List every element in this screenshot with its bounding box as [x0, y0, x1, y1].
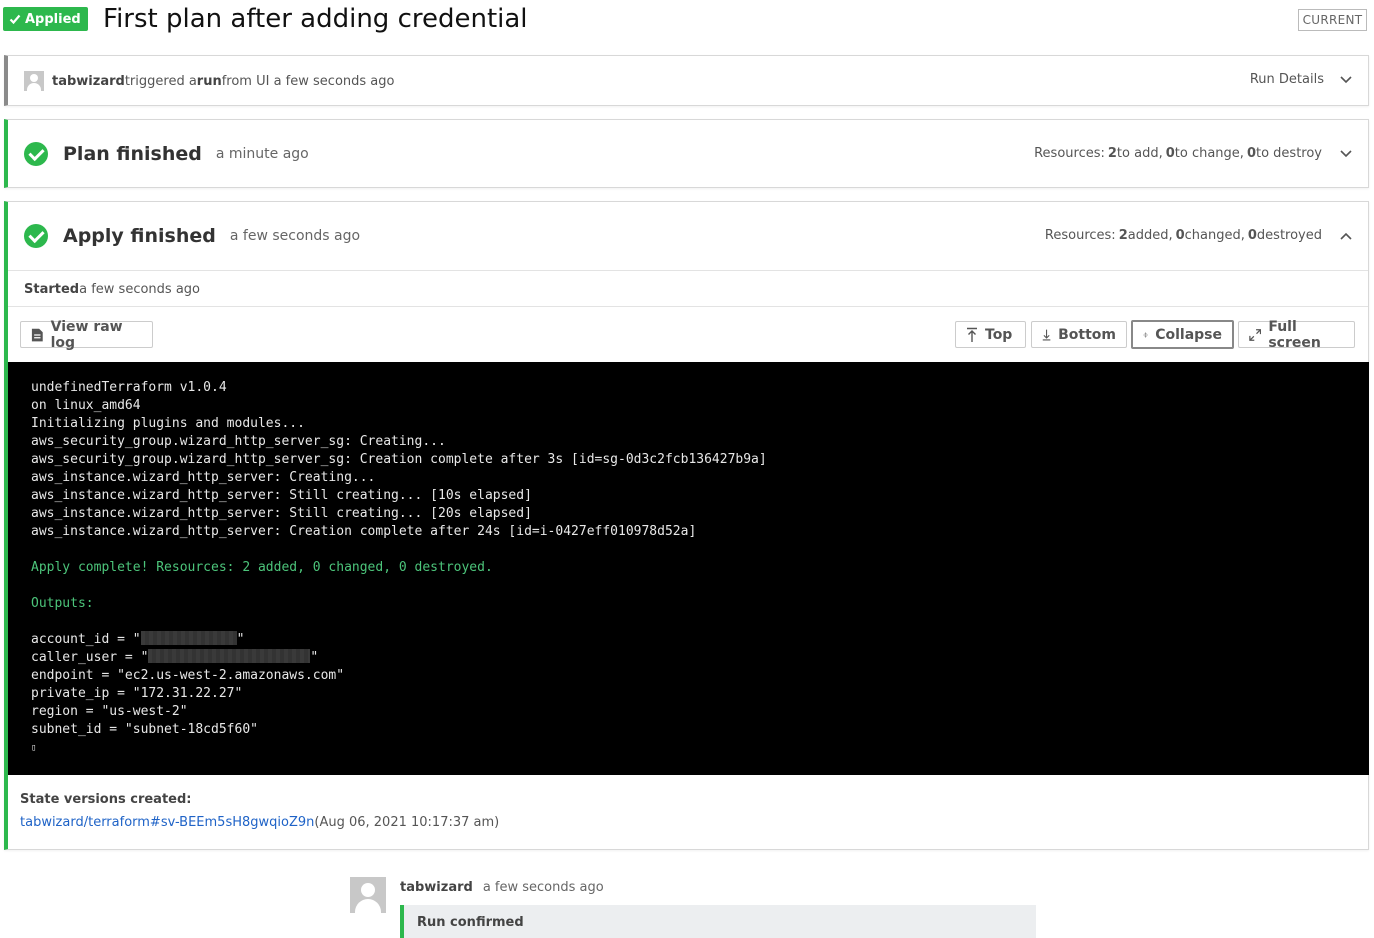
plan-destroy-label: to destroy [1255, 146, 1322, 161]
state-versions-label: State versions created: [20, 792, 192, 807]
output-caller-user-suffix: " [310, 650, 319, 665]
page-title: First plan after adding credential [103, 4, 528, 34]
log-end-glyph: ▯ [31, 743, 37, 753]
expand-icon [1249, 328, 1262, 341]
trigger-run: run [196, 73, 222, 89]
apply-changed-label: changed, [1184, 228, 1245, 243]
view-raw-log-button[interactable]: View raw log [20, 319, 153, 351]
full-screen-label[interactable]: Full screen [1268, 319, 1344, 351]
plan-destroy-count: 0 [1246, 146, 1256, 161]
current-badge: CURRENT [1298, 9, 1367, 31]
trigger-text: triggered a [124, 73, 197, 89]
log-line: Initializing plugins and modules... [31, 416, 305, 431]
apply-destroyed-label: destroyed [1256, 228, 1322, 243]
bottom-label[interactable]: Bottom [1058, 327, 1116, 343]
run-details-toggle[interactable]: Run Details [1250, 72, 1352, 87]
status-badge: Applied [3, 7, 88, 31]
plan-toggle[interactable]: Resources: 2 to add, 0 to change, 0 to d… [1034, 146, 1352, 161]
plan-add-label: to add, [1116, 146, 1163, 161]
comment-user[interactable]: tabwizard [400, 880, 473, 895]
apply-title: Apply finished [63, 225, 216, 247]
apply-destroyed-count: 0 [1247, 228, 1257, 243]
divider [8, 270, 1368, 271]
log-line: aws_instance.wizard_http_server: Creatin… [31, 470, 376, 485]
output-line: endpoint = "ec2.us-west-2.amazonaws.com" [31, 668, 345, 683]
collapse-icon [1143, 331, 1148, 338]
bottom-button[interactable]: Bottom [1031, 321, 1127, 348]
log-line: aws_instance.wizard_http_server: Still c… [31, 506, 532, 521]
check-circle-icon [24, 142, 48, 166]
log-line: aws_security_group.wizard_http_server_sg… [31, 434, 446, 449]
run-confirmed-label: Run confirmed [417, 915, 524, 930]
top-button[interactable]: Top [955, 321, 1026, 348]
state-version-link[interactable]: tabwizard/terraform#sv-BEEm5sH8gwqioZ9n [20, 815, 314, 830]
output-line: region = "us-west-2" [31, 704, 188, 719]
plan-resources-prefix: Resources: [1034, 146, 1105, 161]
output-account-id-prefix: account_id = " [31, 632, 141, 647]
log-line: undefinedTerraform v1.0.4 [31, 380, 227, 395]
apply-resources-prefix: Resources: [1044, 228, 1116, 243]
full-screen-button[interactable]: Full screen [1238, 319, 1355, 351]
arrow-to-top-icon [967, 327, 977, 342]
output-line: subnet_id = "subnet-18cd5f60" [31, 722, 258, 737]
run-confirmed-event: Run confirmed [400, 905, 1036, 938]
plan-card: Plan finished a minute ago Resources: 2 … [4, 119, 1369, 188]
output-account-id: account_id = " " [31, 631, 1369, 649]
check-circle-icon [24, 224, 48, 248]
plan-add-count: 2 [1107, 146, 1117, 161]
started-time: a few seconds ago [79, 282, 200, 297]
arrow-to-bottom-icon [1042, 329, 1051, 340]
apply-added-count: 2 [1118, 228, 1128, 243]
avatar [24, 71, 44, 91]
apply-time: a few seconds ago [229, 228, 361, 244]
redacted-value [140, 631, 237, 645]
check-icon [9, 14, 21, 25]
run-details-label[interactable]: Run Details [1250, 72, 1324, 87]
plan-change-label: to change, [1174, 146, 1244, 161]
apply-complete-line: Apply complete! Resources: 2 added, 0 ch… [31, 560, 493, 575]
apply-added-label: added, [1127, 228, 1173, 243]
run-trigger-card: tabwizard triggered a run from UI a few … [4, 55, 1369, 106]
comment-time: a few seconds ago [482, 880, 604, 895]
plan-change-count: 0 [1165, 146, 1175, 161]
chevron-up-icon[interactable] [1340, 232, 1352, 240]
avatar [350, 877, 386, 913]
divider [8, 306, 1368, 307]
chevron-down-icon[interactable] [1340, 149, 1352, 158]
output-caller-user: caller_user = " " [31, 649, 1369, 667]
apply-toggle[interactable]: Resources: 2 added, 0 changed, 0 destroy… [1045, 228, 1352, 243]
log-output: undefinedTerraform v1.0.4 on linux_amd64… [4, 362, 1369, 775]
document-icon [31, 328, 43, 341]
redacted-value [148, 649, 311, 663]
outputs-label: Outputs: [31, 596, 94, 611]
log-line: aws_security_group.wizard_http_server_sg… [31, 452, 767, 467]
view-raw-log-label[interactable]: View raw log [51, 319, 142, 351]
started-label: Started [24, 282, 80, 297]
chevron-down-icon[interactable] [1340, 75, 1352, 84]
state-version-date: (Aug 06, 2021 10:17:37 am) [314, 815, 500, 830]
top-label[interactable]: Top [985, 327, 1012, 343]
output-caller-user-prefix: caller_user = " [31, 650, 149, 665]
collapse-button[interactable]: Collapse [1131, 320, 1234, 349]
status-badge-label: Applied [25, 11, 81, 27]
plan-title: Plan finished [63, 143, 202, 165]
log-line: on linux_amd64 [31, 398, 141, 413]
apply-changed-count: 0 [1175, 228, 1185, 243]
log-line: aws_instance.wizard_http_server: Creatio… [31, 524, 697, 539]
output-line: private_ip = "172.31.22.27" [31, 686, 243, 701]
trigger-user[interactable]: tabwizard [52, 74, 125, 89]
trigger-text-2: from UI a few seconds ago [221, 73, 395, 89]
log-line: aws_instance.wizard_http_server: Still c… [31, 488, 532, 503]
collapse-label[interactable]: Collapse [1155, 327, 1222, 343]
plan-time: a minute ago [215, 146, 309, 162]
output-account-id-suffix: " [236, 632, 245, 647]
